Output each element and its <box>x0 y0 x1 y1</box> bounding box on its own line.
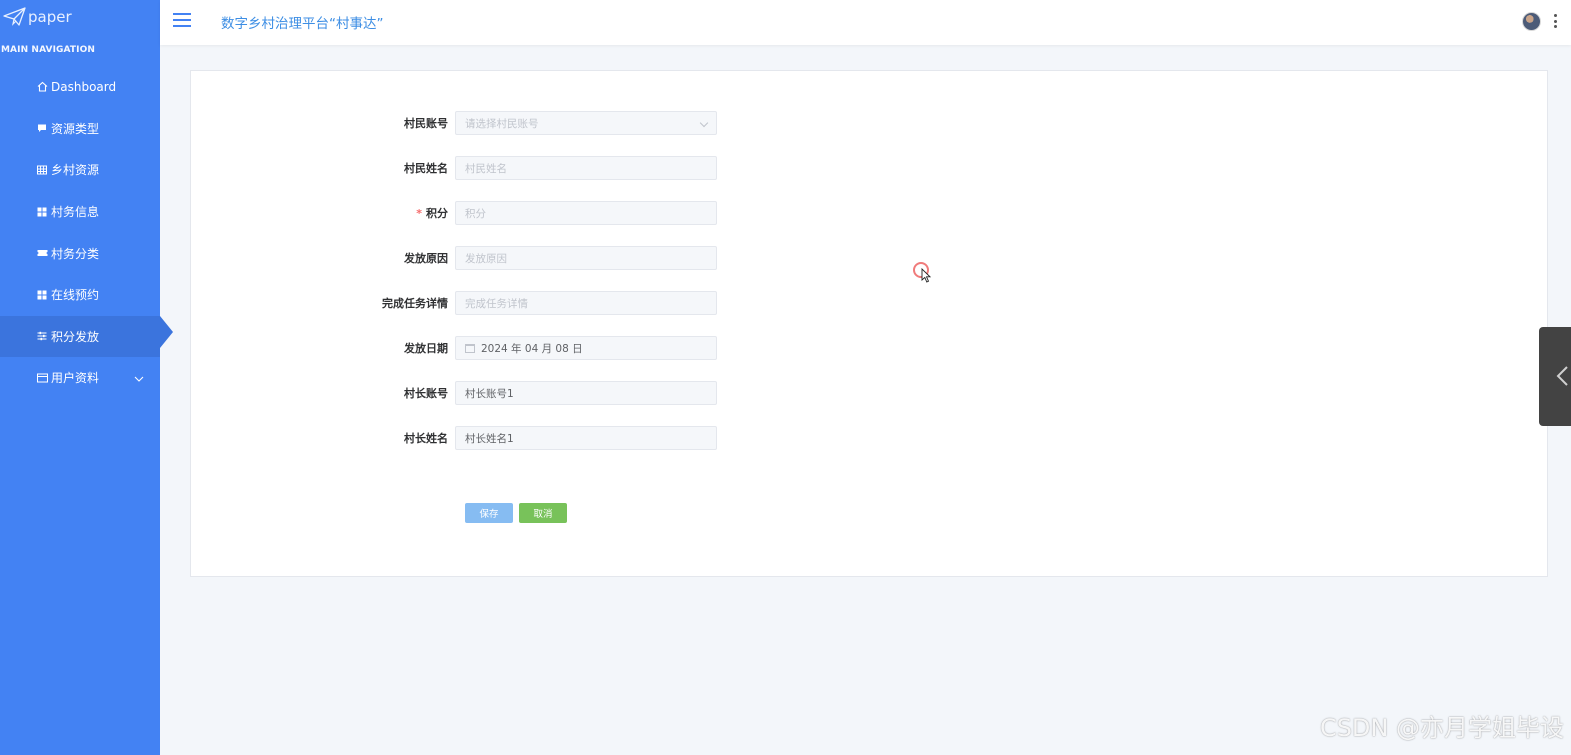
table-icon <box>36 164 48 176</box>
comment-icon <box>36 122 48 134</box>
points-form-card: 村民账号 请选择村民账号 村民姓名 村民姓名 * 积分 积分 发放原因 发放原因 … <box>190 70 1548 577</box>
pointer-icon <box>921 268 931 283</box>
form-row-issue-date: 发放日期 2024 年 04 月 08 日 <box>191 336 717 360</box>
mouse-cursor <box>913 262 933 288</box>
grid-icon <box>36 289 48 301</box>
top-bar: 数字乡村治理平台“村事达” <box>160 0 1571 45</box>
more-vertical-icon[interactable] <box>1554 14 1558 28</box>
sidebar-item-online-booking[interactable]: 在线预约 <box>0 274 160 316</box>
logo[interactable]: paper <box>0 0 160 34</box>
chevron-down-icon <box>134 371 144 385</box>
points-input[interactable]: 积分 <box>455 201 717 225</box>
form-label: 村长姓名 <box>404 432 448 445</box>
sidebar-item-label: 资源类型 <box>51 121 100 136</box>
sidebar-item-label: Dashboard <box>51 79 117 94</box>
form-label: 村长账号 <box>404 387 448 400</box>
grid-icon <box>36 206 48 218</box>
paper-plane-icon <box>3 7 26 26</box>
form-label: 发放日期 <box>404 342 448 355</box>
page-title: 数字乡村治理平台“村事达” <box>221 16 384 32</box>
sliders-icon <box>36 330 48 342</box>
form-label: 村民账号 <box>404 117 448 130</box>
form-label: * 积分 <box>191 205 455 221</box>
calendar-icon <box>465 343 475 353</box>
form-row-task-details: 完成任务详情 完成任务详情 <box>191 291 717 315</box>
ticket-icon <box>36 247 48 259</box>
select-placeholder: 请选择村民账号 <box>465 117 539 130</box>
hamburger-menu-icon[interactable] <box>173 13 191 27</box>
chevron-left-icon <box>1556 366 1568 386</box>
form-row-points: * 积分 积分 <box>191 201 717 225</box>
avatar[interactable] <box>1522 12 1541 31</box>
form-label: 完成任务详情 <box>382 297 448 310</box>
chevron-down-icon <box>699 118 709 128</box>
sidebar-item-label: 乡村资源 <box>51 163 100 178</box>
sidebar-item-user-profile[interactable]: 用户资料 <box>0 357 160 399</box>
sidebar-item-dashboard[interactable]: Dashboard <box>0 66 160 108</box>
sidebar-item-resource-type[interactable]: 资源类型 <box>0 108 160 150</box>
cancel-button[interactable]: 取消 <box>519 503 567 523</box>
home-icon <box>36 81 48 93</box>
sidebar-item-label: 村务分类 <box>51 246 100 261</box>
sidebar-item-village-resources[interactable]: 乡村资源 <box>0 149 160 191</box>
form-row-villager-account: 村民账号 请选择村民账号 <box>191 111 717 135</box>
nav-heading: MAIN NAVIGATION <box>1 45 95 55</box>
watermark: CSDN @亦月学姐毕设 <box>1319 714 1564 742</box>
save-button[interactable]: 保存 <box>465 503 513 523</box>
sidebar-item-affairs-category[interactable]: 村务分类 <box>0 232 160 274</box>
form-row-chief-account: 村长账号 村长账号1 <box>191 381 717 405</box>
required-asterisk: * <box>416 207 422 220</box>
logo-text: paper <box>28 8 72 26</box>
sidebar-item-village-affairs[interactable]: 村务信息 <box>0 191 160 233</box>
task-details-input[interactable]: 完成任务详情 <box>455 291 717 315</box>
form-row-chief-name: 村长姓名 村长姓名1 <box>191 426 717 450</box>
sidebar-item-label: 积分发放 <box>51 329 100 344</box>
sidebar: paper MAIN NAVIGATION Dashboard 资源类型 乡村资… <box>0 0 173 755</box>
sidebar-item-label: 村务信息 <box>51 205 100 220</box>
card-icon <box>36 372 48 384</box>
villager-name-input[interactable]: 村民姓名 <box>455 156 717 180</box>
side-drawer-toggle[interactable] <box>1539 327 1571 426</box>
issue-date-picker[interactable]: 2024 年 04 月 08 日 <box>455 336 717 360</box>
sidebar-item-points-issue[interactable]: 积分发放 <box>0 315 173 358</box>
issue-reason-input[interactable]: 发放原因 <box>455 246 717 270</box>
form-row-villager-name: 村民姓名 村民姓名 <box>191 156 717 180</box>
chief-account-input[interactable]: 村长账号1 <box>455 381 717 405</box>
chief-name-input[interactable]: 村长姓名1 <box>455 426 717 450</box>
villager-account-select[interactable]: 请选择村民账号 <box>455 111 717 135</box>
form-label: 村民姓名 <box>404 162 448 175</box>
sidebar-item-label: 在线预约 <box>51 288 100 303</box>
nav-list: Dashboard 资源类型 乡村资源 村务信息 村务分类 在线预约 积分发放 … <box>0 66 173 399</box>
form-label-text: 积分 <box>426 207 448 220</box>
form-row-issue-reason: 发放原因 发放原因 <box>191 246 717 270</box>
date-value: 2024 年 04 月 08 日 <box>481 342 583 355</box>
form-label: 发放原因 <box>404 252 448 265</box>
sidebar-item-label: 用户资料 <box>51 371 100 386</box>
